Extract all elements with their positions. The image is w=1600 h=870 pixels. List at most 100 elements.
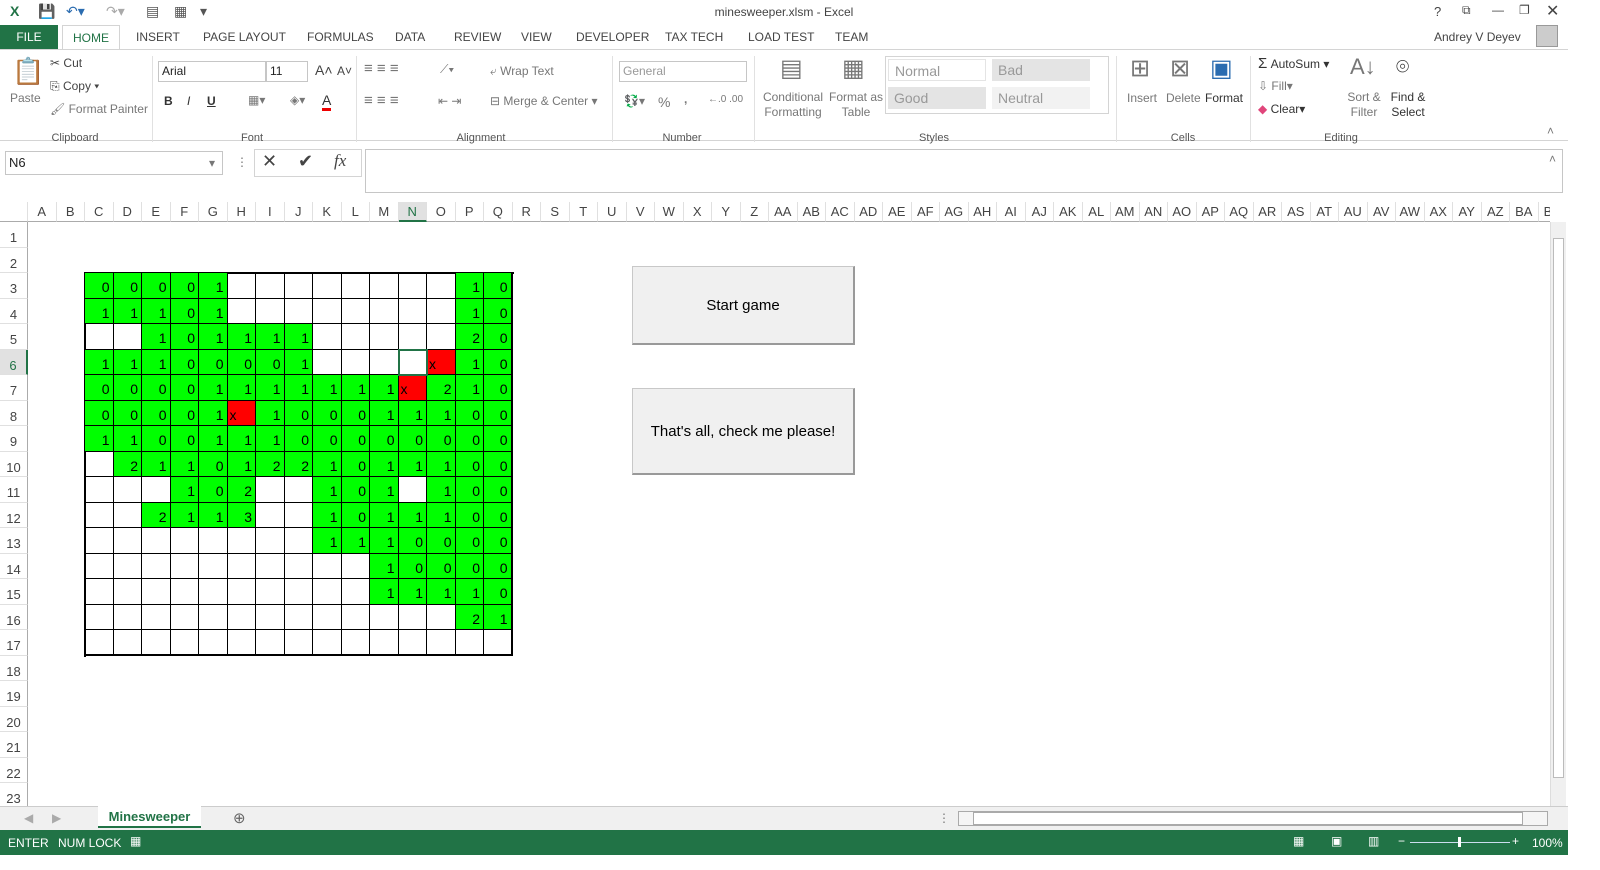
row-header[interactable]: 3 [0, 273, 28, 299]
select-all-corner[interactable] [0, 202, 28, 222]
opened-cell[interactable]: 1 [85, 426, 114, 452]
copy-button[interactable]: ⎘ Copy ▾ [50, 79, 99, 94]
closed-cell[interactable] [170, 630, 199, 656]
closed-cell[interactable] [256, 630, 285, 656]
opened-cell[interactable]: 0 [427, 426, 456, 452]
opened-cell[interactable]: 0 [85, 400, 114, 426]
closed-cell[interactable] [370, 298, 399, 324]
opened-cell[interactable]: 0 [170, 324, 199, 350]
avatar[interactable] [1536, 25, 1558, 47]
zoom-slider-thumb[interactable] [1458, 837, 1461, 847]
opened-cell[interactable]: 0 [341, 502, 370, 528]
tab-page-layout[interactable]: PAGE LAYOUT [193, 25, 296, 49]
closed-cell[interactable] [113, 502, 142, 528]
column-header[interactable]: AO [1168, 202, 1197, 222]
font-name-select[interactable]: Arial [158, 61, 266, 82]
closed-cell[interactable] [199, 528, 228, 554]
closed-cell[interactable] [313, 273, 342, 299]
opened-cell[interactable]: 0 [170, 426, 199, 452]
opened-cell[interactable]: 1 [256, 426, 285, 452]
closed-cell[interactable] [398, 630, 427, 656]
closed-cell[interactable] [341, 630, 370, 656]
column-header[interactable]: Y [712, 202, 741, 222]
closed-cell[interactable] [398, 273, 427, 299]
format-cells-button[interactable]: Format [1205, 91, 1243, 105]
number-format-select[interactable]: General [619, 61, 747, 82]
opened-cell[interactable]: 1 [370, 579, 399, 605]
column-header[interactable]: T [569, 202, 598, 222]
closed-cell[interactable] [199, 604, 228, 630]
closed-cell[interactable] [398, 477, 427, 503]
closed-cell[interactable] [341, 553, 370, 579]
closed-cell[interactable] [199, 579, 228, 605]
page-break-view-icon[interactable]: ▥ [1368, 834, 1379, 848]
format-painter-button[interactable]: 🖌 Format Painter [50, 102, 148, 116]
column-header[interactable]: AW [1396, 202, 1425, 222]
opened-cell[interactable]: 2 [256, 451, 285, 477]
opened-cell[interactable]: 1 [427, 451, 456, 477]
closed-cell[interactable] [427, 604, 456, 630]
column-header[interactable]: BA [1510, 202, 1539, 222]
opened-cell[interactable]: 1 [455, 273, 484, 299]
closed-cell[interactable] [256, 477, 285, 503]
column-header[interactable]: AT [1310, 202, 1339, 222]
opened-cell[interactable]: 0 [455, 400, 484, 426]
tab-review[interactable]: REVIEW [444, 25, 511, 49]
closed-cell[interactable] [284, 528, 313, 554]
column-header[interactable]: AX [1424, 202, 1453, 222]
paste-icon[interactable]: 📋 [12, 56, 44, 87]
underline-button[interactable]: U [207, 94, 216, 108]
closed-cell[interactable] [113, 528, 142, 554]
opened-cell[interactable]: 0 [85, 375, 114, 401]
opened-cell[interactable]: 1 [370, 400, 399, 426]
opened-cell[interactable]: 1 [313, 451, 342, 477]
opened-cell[interactable]: 1 [370, 451, 399, 477]
closed-cell[interactable] [284, 298, 313, 324]
column-header[interactable]: O [427, 202, 456, 222]
closed-cell[interactable] [170, 579, 199, 605]
closed-cell[interactable] [341, 349, 370, 375]
column-header[interactable]: AB [797, 202, 826, 222]
opened-cell[interactable]: 0 [484, 426, 513, 452]
closed-cell[interactable] [370, 273, 399, 299]
row-header[interactable]: 8 [0, 400, 28, 426]
opened-cell[interactable]: 1 [227, 426, 256, 452]
opened-cell[interactable]: 0 [455, 426, 484, 452]
user-name[interactable]: Andrey V Deyev [1434, 30, 1521, 44]
opened-cell[interactable]: 1 [427, 477, 456, 503]
opened-cell[interactable]: 2 [455, 604, 484, 630]
opened-cell[interactable]: 1 [370, 528, 399, 554]
close-icon[interactable]: ✕ [1546, 1, 1559, 21]
closed-cell[interactable] [427, 298, 456, 324]
tab-tax-tech[interactable]: TAX TECH [655, 25, 733, 49]
style-bad[interactable]: Bad [992, 59, 1090, 81]
opened-cell[interactable]: 0 [427, 528, 456, 554]
autosum-button[interactable]: Σ AutoSum ▾ [1258, 55, 1329, 72]
row-header[interactable]: 1 [0, 222, 28, 248]
closed-cell[interactable] [313, 579, 342, 605]
tab-developer[interactable]: DEVELOPER [566, 25, 659, 49]
tab-team[interactable]: TEAM [825, 25, 878, 49]
start-game-button[interactable]: Start game [632, 266, 855, 345]
ribbon-display-icon[interactable]: ⧉ [1462, 3, 1471, 18]
clear-button[interactable]: ◆ Clear▾ [1258, 102, 1305, 116]
closed-cell[interactable] [370, 324, 399, 350]
opened-cell[interactable]: 0 [398, 426, 427, 452]
closed-cell[interactable] [284, 604, 313, 630]
column-header[interactable]: AV [1367, 202, 1396, 222]
opened-cell[interactable]: 1 [398, 502, 427, 528]
opened-cell[interactable]: 0 [341, 426, 370, 452]
row-header[interactable]: 15 [0, 579, 28, 605]
row-header[interactable]: 4 [0, 298, 28, 324]
opened-cell[interactable]: 1 [113, 349, 142, 375]
opened-cell[interactable]: 1 [142, 298, 171, 324]
opened-cell[interactable]: 1 [370, 553, 399, 579]
opened-cell[interactable]: 0 [170, 349, 199, 375]
row-header[interactable]: 2 [0, 247, 28, 273]
opened-cell[interactable]: 1 [398, 400, 427, 426]
closed-cell[interactable] [256, 579, 285, 605]
opened-cell[interactable]: 1 [199, 400, 228, 426]
closed-cell[interactable] [142, 477, 171, 503]
closed-cell[interactable] [427, 324, 456, 350]
opened-cell[interactable]: 0 [313, 400, 342, 426]
